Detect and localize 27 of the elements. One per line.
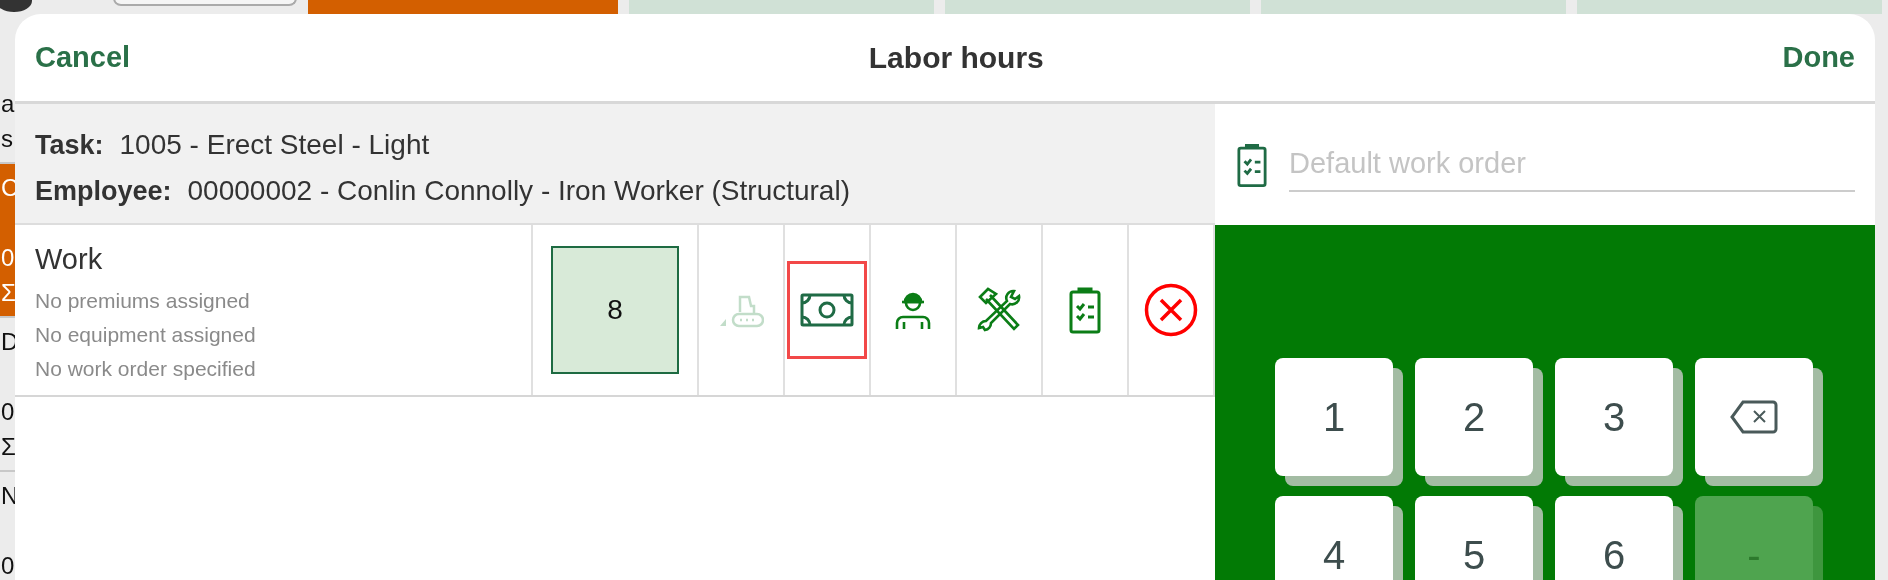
clipboard-icon xyxy=(1237,141,1267,188)
cut-off-text: s xyxy=(0,124,14,154)
entry-detail: No work order specified xyxy=(35,356,257,382)
done-button[interactable]: Done xyxy=(1782,41,1855,74)
hammer-and-wrench-icon xyxy=(976,287,1023,333)
cut-off-text: a xyxy=(0,89,16,119)
premium-button[interactable] xyxy=(787,261,868,359)
field-label: Task: xyxy=(35,129,104,161)
cut-off-text: 0 xyxy=(0,551,16,580)
clipboard-icon xyxy=(1069,286,1102,334)
cancel-button[interactable]: Cancel xyxy=(35,41,131,74)
entry-title: Work xyxy=(35,243,104,276)
worker-icon xyxy=(894,290,933,330)
hours-field[interactable]: 8 xyxy=(551,246,679,374)
delete-icon xyxy=(1144,283,1198,337)
cut-off-text: 0 xyxy=(0,243,16,273)
banknote-icon xyxy=(800,293,855,327)
cut-off-text: 0 xyxy=(0,397,16,427)
field-value: 00000002 - Conlin Connolly - Iron Worker (Structural) xyxy=(187,174,850,207)
entry-detail: No equipment assigned xyxy=(35,322,257,348)
cut-off-text: Σ xyxy=(0,432,17,462)
cut-off-text: Σ xyxy=(0,278,17,308)
entry-detail: No premiums assigned xyxy=(35,288,251,314)
field-label: Employee: xyxy=(35,175,172,207)
field-value: 1005 - Erect Steel - Light xyxy=(119,128,430,161)
backspace-icon xyxy=(1729,399,1779,435)
dialog-title: Labor hours xyxy=(868,40,1044,75)
